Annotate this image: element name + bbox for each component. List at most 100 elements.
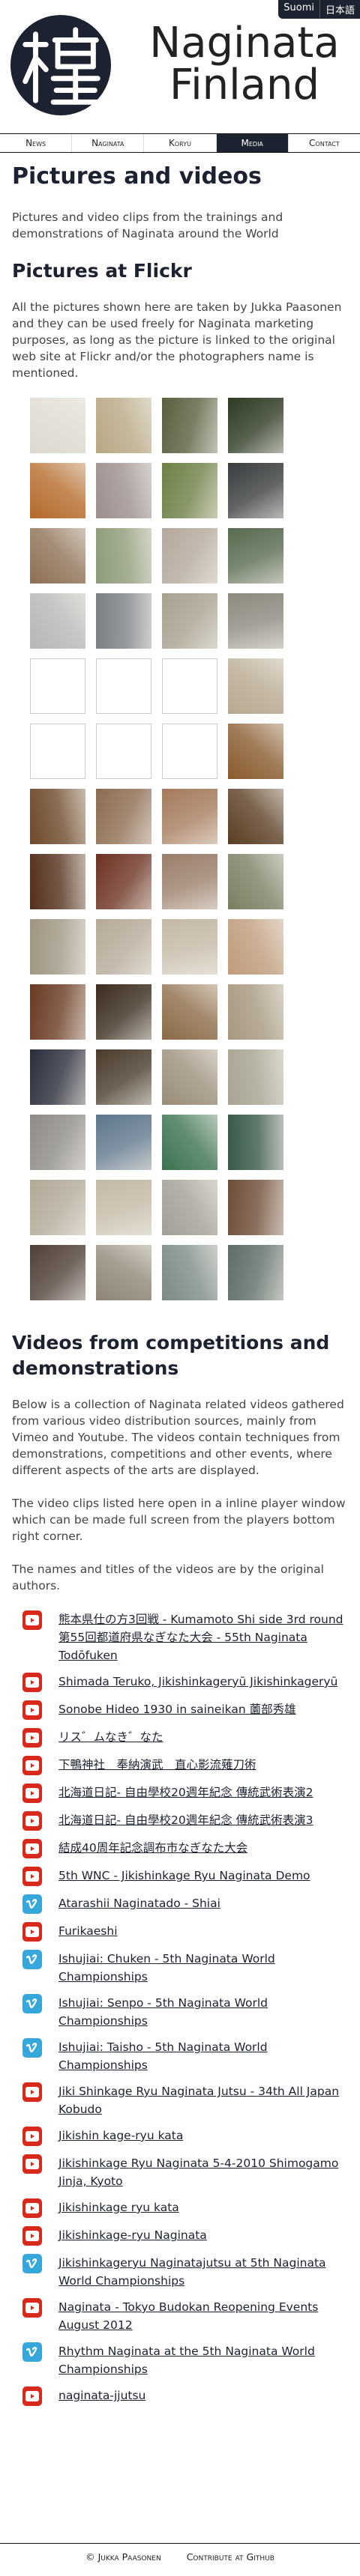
- photo-thumbnail[interactable]: [228, 463, 284, 518]
- photo-thumbnail[interactable]: [30, 1049, 86, 1105]
- video-link[interactable]: 5th WNC - Jikishinkage Ryu Naginata Demo: [58, 1867, 310, 1885]
- photo-placeholder[interactable]: [96, 724, 152, 779]
- video-item: Naginata - Tokyo Budokan Reopening Event…: [12, 2298, 348, 2334]
- photo-placeholder[interactable]: [30, 724, 86, 779]
- photo-thumbnail[interactable]: [228, 398, 284, 453]
- video-item: Jikishinkage-ryu Naginata: [12, 2226, 348, 2246]
- lang-japanese-link[interactable]: 日本語: [319, 0, 360, 19]
- photo-thumbnail[interactable]: [30, 919, 86, 975]
- video-item: Jikishinkageryu Naginatajutsu at 5th Nag…: [12, 2254, 348, 2290]
- photo-thumbnail[interactable]: [228, 1049, 284, 1105]
- photo-thumbnail[interactable]: [30, 463, 86, 518]
- photo-placeholder[interactable]: [162, 658, 218, 714]
- video-link[interactable]: Ishujiai: Chuken - 5th Naginata World Ch…: [58, 1950, 348, 1986]
- flickr-gallery: [30, 398, 348, 1300]
- photo-thumbnail[interactable]: [96, 1115, 152, 1170]
- photo-thumbnail[interactable]: [96, 463, 152, 518]
- photo-thumbnail[interactable]: [30, 1180, 86, 1235]
- photo-thumbnail[interactable]: [96, 984, 152, 1040]
- main-nav: News Naginata Koryu Media Contact: [0, 133, 360, 153]
- photo-thumbnail[interactable]: [30, 984, 86, 1040]
- video-link[interactable]: Furikaeshi: [58, 1922, 118, 1940]
- photo-thumbnail[interactable]: [30, 1115, 86, 1170]
- video-link[interactable]: Ishujiai: Taisho - 5th Naginata World Ch…: [58, 2038, 348, 2074]
- photo-thumbnail[interactable]: [96, 528, 152, 584]
- video-link[interactable]: Jiki Shinkage Ryu Naginata Jutsu - 34th …: [58, 2082, 348, 2118]
- photo-thumbnail[interactable]: [228, 724, 284, 779]
- photo-thumbnail[interactable]: [162, 1180, 218, 1235]
- photo-placeholder[interactable]: [96, 658, 152, 714]
- photo-thumbnail[interactable]: [96, 593, 152, 649]
- naginata-kanji-logo[interactable]: [9, 13, 112, 117]
- photo-thumbnail[interactable]: [162, 1115, 218, 1170]
- nav-news[interactable]: News: [0, 134, 71, 152]
- photo-thumbnail[interactable]: [30, 398, 86, 453]
- photo-placeholder[interactable]: [162, 724, 218, 779]
- photo-thumbnail[interactable]: [30, 1245, 86, 1300]
- video-item: Ishujiai: Chuken - 5th Naginata World Ch…: [12, 1950, 348, 1986]
- video-item: 5th WNC - Jikishinkage Ryu Naginata Demo: [12, 1867, 348, 1886]
- photo-thumbnail[interactable]: [228, 919, 284, 975]
- photo-thumbnail[interactable]: [228, 854, 284, 909]
- video-link[interactable]: Jikishinkage ryu kata: [58, 2198, 179, 2216]
- flickr-heading: Pictures at Flickr: [12, 260, 192, 282]
- photo-thumbnail[interactable]: [162, 398, 218, 453]
- video-link[interactable]: 熊本県仕の方3回戦 - Kumamoto Shi side 3rd round …: [58, 1610, 348, 1664]
- photo-thumbnail[interactable]: [162, 528, 218, 584]
- photo-thumbnail[interactable]: [162, 1245, 218, 1300]
- youtube-icon: [22, 1700, 42, 1720]
- nav-media[interactable]: Media: [215, 134, 288, 152]
- photo-thumbnail[interactable]: [162, 463, 218, 518]
- nav-koryu[interactable]: Koryu: [143, 134, 215, 152]
- photo-thumbnail[interactable]: [162, 854, 218, 909]
- video-link[interactable]: Sonobe Hideo 1930 in saineikan 薗部秀雄: [58, 1700, 296, 1718]
- github-link[interactable]: Contribute at Github: [187, 2551, 274, 2563]
- video-link[interactable]: Naginata - Tokyo Budokan Reopening Event…: [58, 2298, 348, 2334]
- photo-thumbnail[interactable]: [96, 854, 152, 909]
- photo-thumbnail[interactable]: [162, 1049, 218, 1105]
- video-link[interactable]: Jikishin kage-ryu kata: [58, 2127, 183, 2145]
- photo-thumbnail[interactable]: [30, 854, 86, 909]
- nav-contact[interactable]: Contact: [287, 134, 360, 152]
- photo-thumbnail[interactable]: [228, 528, 284, 584]
- photo-thumbnail[interactable]: [228, 984, 284, 1040]
- video-link[interactable]: 北海道日記- 自由學校20週年紀念 傳統武術表演3: [58, 1811, 314, 1829]
- photo-thumbnail[interactable]: [162, 789, 218, 844]
- photo-thumbnail[interactable]: [228, 593, 284, 649]
- photo-thumbnail[interactable]: [162, 919, 218, 975]
- photo-thumbnail[interactable]: [96, 1245, 152, 1300]
- video-item: Shimada Teruko, Jikishinkageryū Jikishin…: [12, 1673, 348, 1692]
- video-link[interactable]: リス゛ムなき゛なた: [58, 1728, 164, 1746]
- photo-thumbnail[interactable]: [228, 1180, 284, 1235]
- photo-thumbnail[interactable]: [228, 1115, 284, 1170]
- photo-thumbnail[interactable]: [30, 528, 86, 584]
- nav-naginata[interactable]: Naginata: [71, 134, 143, 152]
- photo-thumbnail[interactable]: [228, 789, 284, 844]
- video-link[interactable]: Jikishinkage Ryu Naginata 5-4-2010 Shimo…: [58, 2154, 348, 2190]
- video-link[interactable]: Ishujiai: Senpo - 5th Naginata World Cha…: [58, 1994, 348, 2030]
- photo-thumbnail[interactable]: [30, 593, 86, 649]
- video-link[interactable]: naginata-jjutsu: [58, 2386, 146, 2404]
- photo-thumbnail[interactable]: [228, 658, 284, 714]
- photo-thumbnail[interactable]: [30, 789, 86, 844]
- photo-thumbnail[interactable]: [96, 398, 152, 453]
- site-title[interactable]: Naginata Finland: [132, 22, 357, 106]
- lang-finnish-link[interactable]: Suomi: [278, 0, 320, 19]
- photo-thumbnail[interactable]: [96, 1180, 152, 1235]
- youtube-icon: [22, 1728, 42, 1748]
- video-link[interactable]: 結成40周年記念調布市なぎなた大会: [58, 1839, 248, 1857]
- photo-thumbnail[interactable]: [96, 789, 152, 844]
- photo-thumbnail[interactable]: [162, 593, 218, 649]
- video-link[interactable]: Jikishinkage-ryu Naginata: [58, 2226, 207, 2244]
- video-link[interactable]: 下鴨神社 奉納演武 直心影流薙刀術: [58, 1756, 256, 1774]
- photo-thumbnail[interactable]: [96, 919, 152, 975]
- video-link[interactable]: 北海道日記- 自由學校20週年紀念 傳統武術表演2: [58, 1783, 314, 1801]
- photo-thumbnail[interactable]: [162, 984, 218, 1040]
- video-link[interactable]: Rhythm Naginata at the 5th Naginata Worl…: [58, 2342, 348, 2378]
- video-link[interactable]: Atarashii Naginatado - Shiai: [58, 1894, 220, 1912]
- video-link[interactable]: Jikishinkageryu Naginatajutsu at 5th Nag…: [58, 2254, 348, 2290]
- photo-placeholder[interactable]: [30, 658, 86, 714]
- photo-thumbnail[interactable]: [96, 1049, 152, 1105]
- video-link[interactable]: Shimada Teruko, Jikishinkageryū Jikishin…: [58, 1673, 338, 1691]
- photo-thumbnail[interactable]: [228, 1245, 284, 1300]
